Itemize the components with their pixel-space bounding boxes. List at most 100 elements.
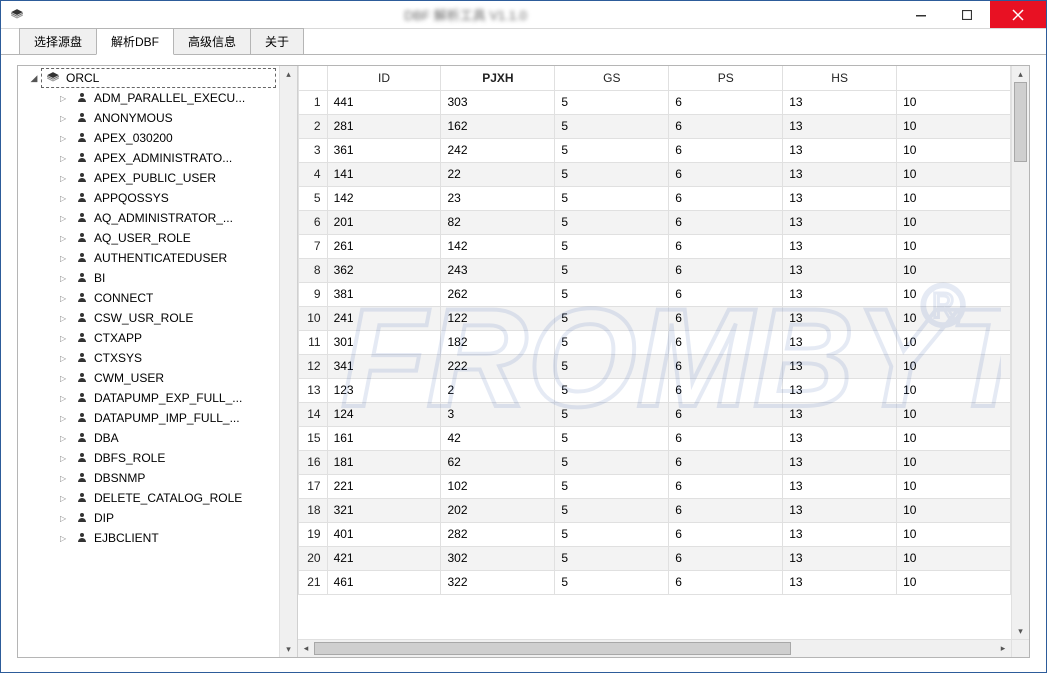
cell[interactable]: 321: [327, 498, 441, 522]
cell[interactable]: 13: [783, 114, 897, 138]
tree-item[interactable]: ▷EJBCLIENT: [18, 528, 279, 548]
column-header[interactable]: HS: [783, 66, 897, 90]
cell[interactable]: 102: [441, 474, 555, 498]
table-row[interactable]: 131232561310: [299, 378, 1011, 402]
cell[interactable]: 13: [783, 162, 897, 186]
cell[interactable]: 6: [669, 450, 783, 474]
table-row[interactable]: 141243561310: [299, 402, 1011, 426]
grid-vertical-scrollbar[interactable]: ▴ ▾: [1011, 66, 1029, 639]
expand-icon[interactable]: ▷: [60, 234, 70, 243]
tree-item[interactable]: ▷CTXSYS: [18, 348, 279, 368]
tree-item[interactable]: ▷DATAPUMP_EXP_FULL_...: [18, 388, 279, 408]
cell[interactable]: 441: [327, 90, 441, 114]
cell[interactable]: 161: [327, 426, 441, 450]
cell[interactable]: 242: [441, 138, 555, 162]
maximize-button[interactable]: [944, 1, 990, 28]
cell[interactable]: 6: [669, 570, 783, 594]
cell[interactable]: 122: [441, 306, 555, 330]
expand-icon[interactable]: ▷: [60, 454, 70, 463]
cell[interactable]: 5: [555, 378, 669, 402]
cell[interactable]: 13: [783, 474, 897, 498]
cell[interactable]: 10: [897, 546, 1011, 570]
tree-item[interactable]: ▷BI: [18, 268, 279, 288]
scroll-down-icon[interactable]: ▾: [280, 641, 297, 657]
tree-item[interactable]: ▷DBFS_ROLE: [18, 448, 279, 468]
cell[interactable]: 142: [441, 234, 555, 258]
cell[interactable]: 222: [441, 354, 555, 378]
table-row[interactable]: 12341222561310: [299, 354, 1011, 378]
cell[interactable]: 302: [441, 546, 555, 570]
tree-item[interactable]: ▷CONNECT: [18, 288, 279, 308]
cell[interactable]: 10: [897, 306, 1011, 330]
table-row[interactable]: 1441303561310: [299, 90, 1011, 114]
cell[interactable]: 42: [441, 426, 555, 450]
tree-item[interactable]: ▷APEX_030200: [18, 128, 279, 148]
tab-0[interactable]: 选择源盘: [19, 28, 97, 54]
expand-icon[interactable]: ▷: [60, 194, 70, 203]
cell[interactable]: 322: [441, 570, 555, 594]
table-row[interactable]: 17221102561310: [299, 474, 1011, 498]
cell[interactable]: 10: [897, 210, 1011, 234]
cell[interactable]: 6: [669, 138, 783, 162]
cell[interactable]: 10: [897, 498, 1011, 522]
table-row[interactable]: 9381262561310: [299, 282, 1011, 306]
table-row[interactable]: 8362243561310: [299, 258, 1011, 282]
cell[interactable]: 10: [897, 138, 1011, 162]
column-header-rownum[interactable]: [299, 66, 328, 90]
cell[interactable]: 13: [783, 90, 897, 114]
scroll-left-icon[interactable]: ◂: [298, 640, 314, 657]
cell[interactable]: 361: [327, 138, 441, 162]
cell[interactable]: 13: [783, 522, 897, 546]
cell[interactable]: 6: [669, 498, 783, 522]
tree-item[interactable]: ▷ADM_PARALLEL_EXECU...: [18, 88, 279, 108]
table-row[interactable]: 10241122561310: [299, 306, 1011, 330]
tree[interactable]: ◢ ORCL ▷ADM_PARALLEL_EXECU...▷ANONYMOUS▷…: [18, 66, 279, 657]
cell[interactable]: 162: [441, 114, 555, 138]
cell[interactable]: 13: [783, 258, 897, 282]
close-button[interactable]: [990, 1, 1046, 28]
cell[interactable]: 13: [783, 498, 897, 522]
cell[interactable]: 5: [555, 402, 669, 426]
cell[interactable]: 10: [897, 186, 1011, 210]
cell[interactable]: 5: [555, 330, 669, 354]
cell[interactable]: 6: [669, 522, 783, 546]
cell[interactable]: 5: [555, 306, 669, 330]
cell[interactable]: 6: [669, 90, 783, 114]
cell[interactable]: 124: [327, 402, 441, 426]
table-row[interactable]: 21461322561310: [299, 570, 1011, 594]
cell[interactable]: 6: [669, 186, 783, 210]
table-row[interactable]: 3361242561310: [299, 138, 1011, 162]
cell[interactable]: 10: [897, 426, 1011, 450]
cell[interactable]: 362: [327, 258, 441, 282]
cell[interactable]: 13: [783, 138, 897, 162]
cell[interactable]: 221: [327, 474, 441, 498]
cell[interactable]: 6: [669, 378, 783, 402]
cell[interactable]: 10: [897, 450, 1011, 474]
cell[interactable]: 5: [555, 258, 669, 282]
tree-item[interactable]: ▷APEX_PUBLIC_USER: [18, 168, 279, 188]
expand-icon[interactable]: ▷: [60, 434, 70, 443]
cell[interactable]: 301: [327, 330, 441, 354]
cell[interactable]: 5: [555, 186, 669, 210]
tree-item[interactable]: ▷DATAPUMP_IMP_FULL_...: [18, 408, 279, 428]
expand-icon[interactable]: ▷: [60, 294, 70, 303]
column-header[interactable]: [897, 66, 1011, 90]
scroll-down-icon[interactable]: ▾: [1012, 623, 1029, 639]
cell[interactable]: 6: [669, 402, 783, 426]
tree-item[interactable]: ▷AUTHENTICATEDUSER: [18, 248, 279, 268]
cell[interactable]: 282: [441, 522, 555, 546]
cell[interactable]: 341: [327, 354, 441, 378]
cell[interactable]: 201: [327, 210, 441, 234]
scroll-thumb[interactable]: [1014, 82, 1027, 162]
cell[interactable]: 5: [555, 546, 669, 570]
cell[interactable]: 10: [897, 90, 1011, 114]
cell[interactable]: 6: [669, 546, 783, 570]
scroll-thumb[interactable]: [314, 642, 791, 655]
tree-item[interactable]: ▷DBA: [18, 428, 279, 448]
expand-icon[interactable]: ▷: [60, 334, 70, 343]
cell[interactable]: 6: [669, 234, 783, 258]
cell[interactable]: 10: [897, 474, 1011, 498]
expand-icon[interactable]: ▷: [60, 254, 70, 263]
tree-item[interactable]: ▷AQ_USER_ROLE: [18, 228, 279, 248]
cell[interactable]: 261: [327, 234, 441, 258]
